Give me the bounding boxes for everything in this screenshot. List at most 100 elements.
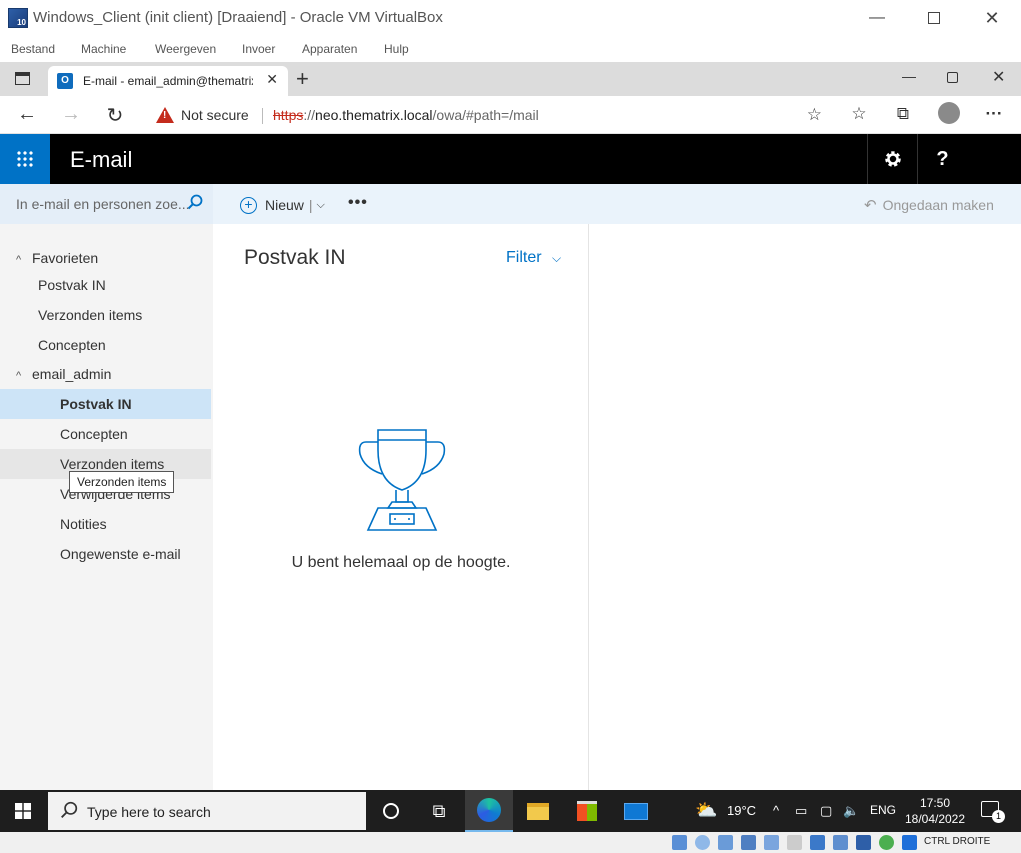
undo-button[interactable]: ↶ Ongedaan maken: [864, 196, 994, 214]
url-bar[interactable]: ! Not secure https://neo.thematrix.local…: [142, 100, 832, 130]
folder-inbox[interactable]: Postvak IN: [0, 389, 211, 419]
start-button[interactable]: [0, 790, 46, 832]
back-button[interactable]: ←: [15, 103, 39, 126]
task-view-icon: ⧉: [432, 800, 446, 821]
vbox-menu-bar: Bestand Machine Weergeven Invoer Apparat…: [0, 36, 1021, 62]
account-group-header[interactable]: ^ email_admin: [16, 366, 111, 382]
list-title: Postvak IN: [244, 246, 346, 269]
cortana-button[interactable]: [367, 790, 415, 832]
store-icon: [577, 801, 597, 821]
optical-drive-icon[interactable]: [695, 835, 710, 850]
usb-icon[interactable]: [764, 835, 779, 850]
settings-button[interactable]: [867, 134, 917, 184]
menu-machine[interactable]: Machine: [81, 42, 126, 56]
search-icon: [60, 801, 78, 824]
filter-button[interactable]: Filter ⌵: [506, 249, 561, 267]
folder-icon: [527, 802, 549, 820]
search-input[interactable]: In e-mail en personen zoe...: [0, 184, 213, 224]
maximize-button[interactable]: [905, 0, 963, 36]
menu-invoer[interactable]: Invoer: [242, 42, 275, 56]
settings-more-icon[interactable]: ···: [983, 104, 1005, 124]
tooltip: Verzonden items: [69, 471, 175, 493]
help-button[interactable]: ?: [917, 134, 967, 184]
folder-drafts[interactable]: Concepten: [0, 419, 211, 449]
favorites-group-header[interactable]: ^ Favorieten: [16, 250, 98, 266]
folder-junk[interactable]: Ongewenste e-mail: [0, 539, 211, 569]
host-key-label: CTRL DROITE: [924, 836, 991, 847]
clock-date: 18/04/2022: [904, 812, 966, 826]
chevron-up-icon: ^: [16, 254, 22, 266]
folder-pane: ^ Favorieten Postvak IN Verzonden items C…: [0, 224, 213, 790]
new-message-button[interactable]: + Nieuw | ⌵: [240, 194, 325, 216]
language-indicator[interactable]: ENG: [870, 803, 896, 817]
search-icon[interactable]: [187, 194, 203, 215]
close-button[interactable]: ✕: [963, 0, 1021, 36]
minimize-button[interactable]: —: [848, 0, 906, 36]
forward-button[interactable]: →: [59, 103, 83, 126]
outlook-icon: O: [57, 73, 73, 89]
weather-icon[interactable]: ⛅: [695, 800, 717, 821]
file-explorer-button[interactable]: [514, 790, 562, 832]
menu-bestand[interactable]: Bestand: [11, 42, 55, 56]
menu-hulp[interactable]: Hulp: [384, 42, 409, 56]
collections-icon[interactable]: ⧉: [892, 104, 914, 124]
tab-actions-icon[interactable]: [15, 72, 30, 85]
keyboard-capture-icon[interactable]: [902, 835, 917, 850]
clock-time: 17:50: [919, 796, 951, 810]
app-launcher-button[interactable]: [0, 134, 50, 184]
owa-header: E-mail ?: [0, 134, 1021, 184]
audio-icon[interactable]: [718, 835, 733, 850]
cortana-icon: [383, 803, 399, 819]
waffle-icon: [16, 150, 34, 168]
virtualization-icon[interactable]: [856, 835, 871, 850]
menu-weergeven[interactable]: Weergeven: [155, 42, 216, 56]
url-text[interactable]: https://neo.thematrix.local/owa/#path=/m…: [273, 107, 539, 123]
tab-title: E-mail - email_admin@thematrix.local: [83, 74, 253, 88]
profile-avatar[interactable]: [938, 102, 960, 124]
favorites-icon[interactable]: ☆: [848, 104, 870, 124]
display-settings-icon[interactable]: [810, 835, 825, 850]
url-scheme: https: [273, 107, 304, 123]
browser-tab-active[interactable]: O E-mail - email_admin@thematrix.local ✕: [48, 66, 288, 96]
weather-temp[interactable]: 19°C: [727, 803, 756, 818]
app-title: E-mail: [70, 147, 133, 172]
recording-icon[interactable]: [833, 835, 848, 850]
network-adapter-icon[interactable]: [741, 835, 756, 850]
vbox-status-bar: CTRL DROITE: [0, 832, 1021, 853]
tab-close-icon[interactable]: ✕: [266, 71, 278, 88]
more-actions-button[interactable]: •••: [348, 194, 368, 212]
plus-icon: +: [240, 196, 257, 214]
browser-minimize-button[interactable]: —: [902, 68, 916, 84]
folder-notes[interactable]: Notities: [0, 509, 211, 539]
network-icon[interactable]: ▭: [795, 803, 807, 819]
volume-icon[interactable]: 🔈: [843, 803, 859, 819]
clock[interactable]: 17:50 18/04/2022: [902, 795, 968, 827]
security-label[interactable]: Not secure: [181, 107, 249, 123]
task-view-button[interactable]: ⧉: [415, 790, 463, 832]
display-icon[interactable]: ▢: [820, 803, 832, 819]
favorite-inbox[interactable]: Postvak IN: [0, 270, 211, 300]
show-hidden-icons-chevron-up-icon[interactable]: ^: [773, 803, 779, 818]
refresh-button[interactable]: ↻: [103, 103, 127, 128]
favorite-sent-items[interactable]: Verzonden items: [0, 300, 211, 330]
store-button[interactable]: [563, 790, 611, 832]
message-list: Postvak IN Filter ⌵ U bent helemaal op d…: [213, 224, 589, 790]
reading-pane: [590, 224, 1021, 790]
chevron-down-icon[interactable]: ⌵: [317, 199, 325, 212]
mail-icon: [624, 802, 648, 820]
mail-button[interactable]: [612, 790, 660, 832]
mouse-integration-icon[interactable]: [879, 835, 894, 850]
menu-apparaten[interactable]: Apparaten: [302, 42, 357, 56]
shared-folders-icon[interactable]: [787, 835, 802, 850]
add-favorite-icon[interactable]: ☆: [807, 105, 822, 125]
edge-icon: [477, 798, 501, 822]
favorite-drafts[interactable]: Concepten: [0, 330, 211, 360]
hard-disk-icon[interactable]: [672, 835, 687, 850]
browser-restore-button[interactable]: [947, 72, 958, 83]
taskbar-search-input[interactable]: Type here to search: [48, 792, 366, 830]
new-tab-button[interactable]: +: [296, 66, 309, 92]
search-placeholder: In e-mail en personen zoe...: [16, 196, 190, 212]
browser-close-button[interactable]: ✕: [992, 67, 1005, 87]
edge-taskbar-button[interactable]: [465, 790, 513, 832]
url-path: /owa/#path=/mail: [432, 107, 539, 123]
